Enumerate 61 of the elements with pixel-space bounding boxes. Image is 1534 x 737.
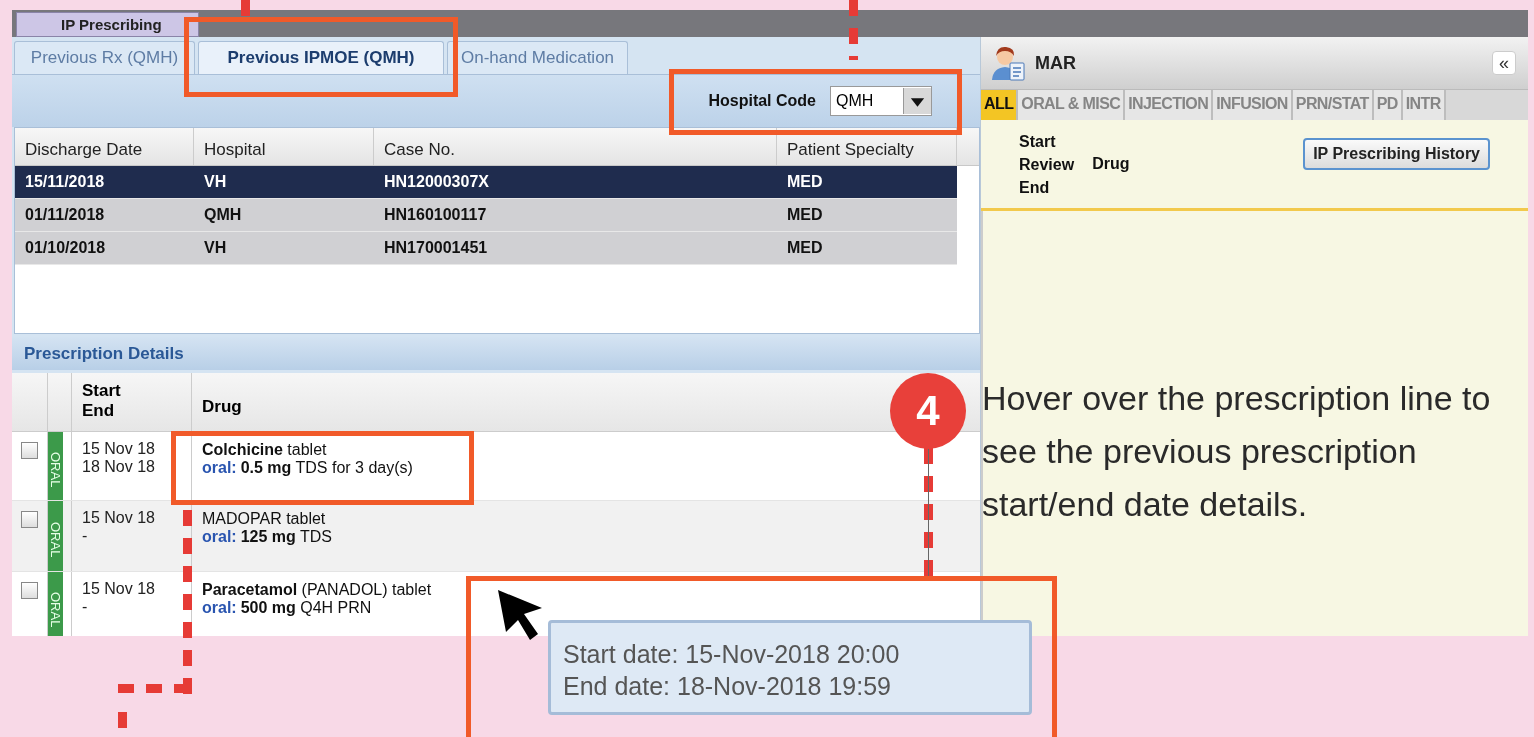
column-header: End	[1019, 177, 1051, 198]
end-date: 18 Nov 18	[82, 458, 156, 476]
route-label: oral:	[202, 459, 237, 477]
start-date: 15 Nov 18	[82, 580, 156, 598]
tab[interactable]: Previous IPMOE (QMH)	[198, 41, 444, 74]
drug-name: MADOPAR tablet	[202, 510, 327, 528]
table-cell-text: HN170001451	[383, 239, 489, 257]
table-cell-text: VH	[203, 173, 228, 191]
table-cell-text: MED	[786, 206, 824, 224]
tab[interactable]: On-hand Medication	[447, 41, 628, 74]
column-header: Start	[1019, 131, 1057, 152]
end-date: -	[82, 527, 89, 545]
column-header: Start	[82, 381, 122, 401]
table-cell-text: 15/11/2018	[24, 173, 106, 191]
table-cell-text: MED	[786, 173, 824, 191]
dose-text: 500 mg Q4H PRN	[240, 599, 372, 617]
start-date: 15 Nov 18	[82, 440, 156, 458]
table-cell-text: 01/11/2018	[24, 206, 106, 224]
instruction-text: Hover over the prescription line to see the previous prescription start/end date details.	[982, 378, 1492, 525]
column-header: End	[82, 401, 116, 421]
column-header: Drug	[1092, 155, 1130, 173]
panel-title: MAR	[1035, 52, 1077, 74]
route-tag: ORAL	[48, 501, 63, 571]
dose-text: 125 mg TDS	[240, 528, 332, 546]
column-header[interactable]: Patient Specialty	[777, 128, 957, 165]
section-title: Prescription Details	[24, 343, 184, 364]
column-header: Review	[1019, 154, 1075, 175]
tooltip-text: Start date: 15-Nov-2018 20:00	[563, 639, 901, 670]
table-row[interactable]: 15/11/2018 VH HN12000307X MED	[15, 166, 957, 199]
column-header[interactable]: Discharge Date	[15, 128, 194, 165]
table-cell-text: VH	[203, 239, 228, 257]
table-cell-text: QMH	[203, 206, 243, 224]
column-header[interactable]: Case No.	[374, 128, 777, 165]
drug-name: Paracetamol (PANADOL) tablet	[202, 581, 433, 599]
checkbox[interactable]	[21, 582, 38, 599]
column-header[interactable]: Hospital	[194, 128, 374, 165]
column-header: Drug	[202, 397, 242, 417]
checkbox[interactable]	[21, 442, 38, 459]
table-row[interactable]: 01/11/2018 QMH HN160100117 MED	[15, 199, 957, 232]
collapse-button[interactable]: «	[1492, 51, 1516, 75]
end-date: -	[82, 598, 89, 616]
hospital-code-dropdown[interactable]: QMH	[830, 86, 932, 116]
route-label: oral:	[202, 528, 237, 546]
filter-tab[interactable]: ALL	[981, 90, 1019, 120]
table-cell-text: MED	[786, 239, 824, 257]
table-cell-text: HN12000307X	[383, 173, 490, 191]
drug-name: Colchicine tablet	[202, 441, 328, 459]
table-cell-text: HN160100117	[383, 206, 488, 224]
dose-text: 0.5 mg TDS for 3 day(s)	[240, 459, 413, 477]
tooltip-text: End date: 18-Nov-2018 19:59	[563, 671, 892, 702]
table-row[interactable]: 01/10/2018 VH HN170001451 MED	[15, 232, 957, 265]
doctor-avatar-icon	[989, 44, 1027, 82]
route-tag: ORAL	[48, 432, 63, 500]
route-label: oral:	[202, 599, 237, 617]
history-button[interactable]: IP Prescribing History	[1303, 138, 1490, 170]
start-date: 15 Nov 18	[82, 509, 156, 527]
app-tab[interactable]: IP Prescribing	[16, 12, 199, 37]
table-cell-text: 01/10/2018	[24, 239, 107, 257]
checkbox[interactable]	[21, 511, 38, 528]
field-label: Hospital Code	[708, 92, 816, 110]
route-tag: ORAL	[48, 572, 63, 636]
